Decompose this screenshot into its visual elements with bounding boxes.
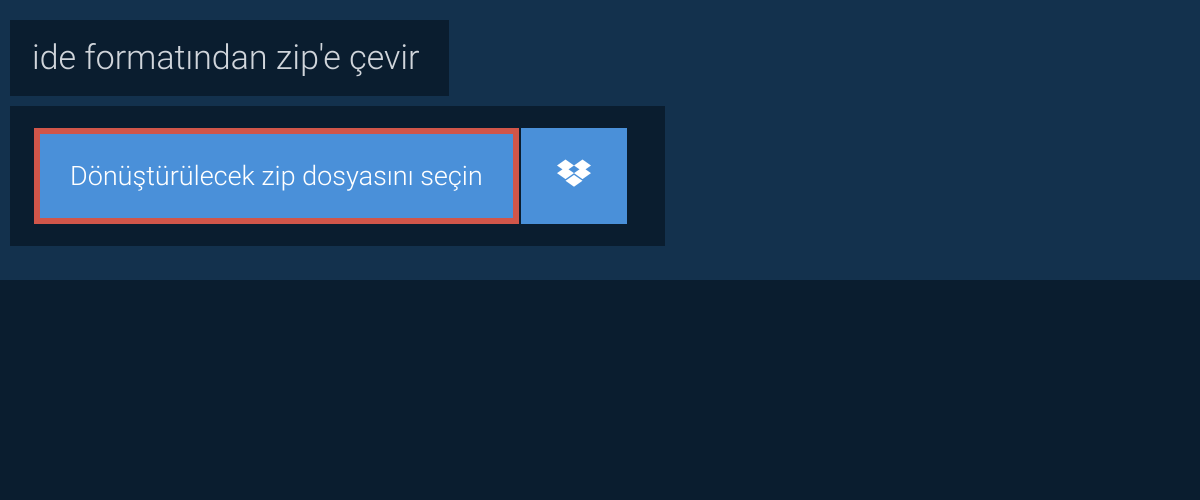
select-file-button[interactable]: Dönüştürülecek zip dosyasını seçin	[34, 128, 519, 224]
dropbox-button[interactable]	[521, 128, 627, 224]
bottom-strip	[0, 280, 1200, 500]
dropbox-icon	[557, 159, 591, 193]
action-panel: Dönüştürülecek zip dosyasını seçin	[10, 106, 665, 246]
page-title: ide formatından zip'e çevir	[32, 38, 419, 78]
header-tab: ide formatından zip'e çevir	[10, 20, 449, 96]
